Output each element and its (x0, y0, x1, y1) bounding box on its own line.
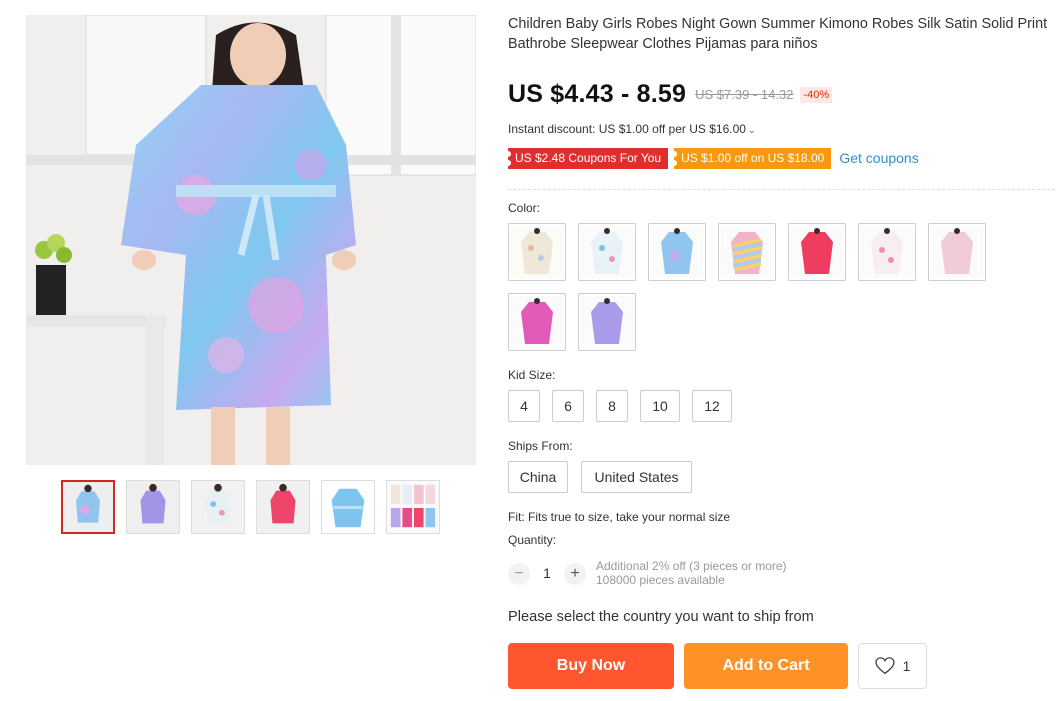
product-title: Children Baby Girls Robes Night Gown Sum… (508, 16, 1048, 52)
quantity-label: Quantity: (508, 533, 557, 547)
color-swatch-blue-tie-dye[interactable] (648, 223, 706, 281)
instant-discount-text: Instant discount: US $1.00 off per US $1… (508, 122, 746, 136)
coupon-row: US $2.48 Coupons For You US $1.00 off on… (504, 147, 919, 169)
color-swatch-lavender[interactable] (578, 293, 636, 351)
coupon-store[interactable]: US $2.48 Coupons For You (504, 147, 669, 169)
color-swatch-white-floral[interactable] (578, 223, 636, 281)
main-product-image[interactable] (26, 15, 476, 465)
size-option-10[interactable]: 10 (640, 390, 680, 422)
chevron-down-icon: ⌄ (747, 125, 756, 135)
size-option-6[interactable]: 6 (552, 390, 584, 422)
wishlist-count: 1 (902, 658, 911, 674)
quantity-plus-button[interactable]: + (564, 563, 586, 585)
color-swatch-red-floral[interactable] (788, 223, 846, 281)
thumbnail-blue-tie-dye[interactable] (61, 480, 115, 534)
thumbnail-blue-flat[interactable] (321, 480, 375, 534)
quantity-value[interactable]: 1 (538, 565, 556, 581)
original-price: US $7.39 - 14.32 (695, 87, 794, 102)
thumbnail-all-colors[interactable] (386, 480, 440, 534)
add-to-cart-button[interactable]: Add to Cart (684, 643, 848, 689)
fit-info: Fit: Fits true to size, take your normal… (508, 510, 731, 524)
discount-badge: -40% (800, 86, 833, 103)
color-swatch-white-pink-floral[interactable] (858, 223, 916, 281)
color-swatch-cream-floral[interactable] (508, 223, 566, 281)
coupon-off[interactable]: US $1.00 off on US $18.00 (671, 147, 832, 169)
divider (508, 189, 1055, 190)
thumbnail-white-floral[interactable] (191, 480, 245, 534)
ships-from-label: Ships From: (508, 439, 573, 453)
wishlist-button[interactable]: 1 (858, 643, 927, 689)
ship-option-united-states[interactable]: United States (581, 461, 692, 493)
buy-now-button[interactable]: Buy Now (508, 643, 674, 689)
ship-option-china[interactable]: China (508, 461, 568, 493)
stock-available: 108000 pieces available (596, 573, 725, 587)
color-swatch-rainbow-stripe[interactable] (718, 223, 776, 281)
size-option-8[interactable]: 8 (596, 390, 628, 422)
bulk-discount-note: Additional 2% off (3 pieces or more) (596, 559, 787, 573)
quantity-minus-button[interactable]: − (508, 563, 530, 585)
color-swatch-magenta[interactable] (508, 293, 566, 351)
size-option-12[interactable]: 12 (692, 390, 732, 422)
instant-discount[interactable]: Instant discount: US $1.00 off per US $1… (508, 122, 755, 136)
heart-icon (874, 657, 895, 675)
thumbnail-red-floral[interactable] (256, 480, 310, 534)
quantity-note: Additional 2% off (3 pieces or more) 108… (596, 559, 787, 587)
thumbnail-lavender[interactable] (126, 480, 180, 534)
size-option-4[interactable]: 4 (508, 390, 540, 422)
price-row: US $4.43 - 8.59 US $7.39 - 14.32 -40% (508, 80, 833, 109)
get-coupons-link[interactable]: Get coupons (839, 150, 918, 166)
price: US $4.43 - 8.59 (508, 80, 687, 108)
ship-from-message: Please select the country you want to sh… (508, 609, 814, 625)
kid-size-label: Kid Size: (508, 368, 556, 382)
color-swatch-light-pink[interactable] (928, 223, 986, 281)
color-label: Color: (508, 201, 541, 215)
